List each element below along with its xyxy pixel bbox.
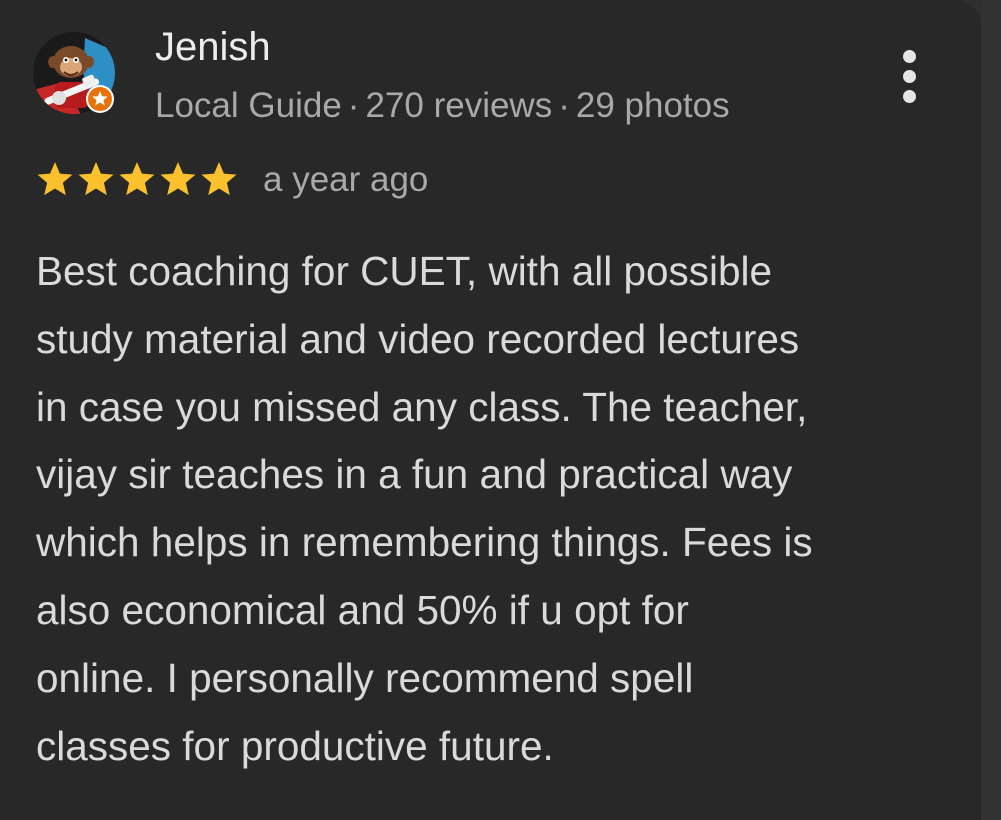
photo-count: 29 photos <box>575 86 730 125</box>
review-text-line: also economical and 50% if u opt for <box>36 586 689 633</box>
more-options-button[interactable] <box>888 44 932 108</box>
review-text-line: online. I personally recommend spell <box>36 654 694 701</box>
review-text-line: study material and video recorded lectur… <box>36 315 800 362</box>
review-text-line: vijay sir teaches in a fun and practical… <box>36 451 793 498</box>
meta-separator: · <box>347 86 360 125</box>
meta-separator: · <box>558 86 570 125</box>
review-date: a year ago <box>263 160 429 199</box>
more-vert-icon <box>903 50 916 63</box>
star-icon <box>76 160 116 200</box>
review-count: 270 reviews <box>365 86 553 125</box>
star-icon <box>158 160 198 200</box>
reviewer-avatar[interactable] <box>33 32 119 118</box>
star-icon <box>199 160 239 200</box>
reviewer-name[interactable]: Jenish <box>155 24 271 70</box>
star-icon <box>117 160 157 200</box>
monkey-avatar-image <box>33 32 115 114</box>
star-icon <box>35 160 75 200</box>
more-vert-icon-dot <box>903 90 916 103</box>
reviewer-meta: Local Guide · 270 reviews · 29 photos <box>155 84 730 128</box>
star-rating <box>35 160 239 200</box>
review-text-line: in case you missed any class. The teache… <box>36 383 808 430</box>
more-vert-icon-dot <box>903 70 916 83</box>
review-text-line: Best coaching for CUET, with all possibl… <box>36 248 773 294</box>
review-text-line: classes for productive future. <box>36 722 554 769</box>
review-text: Best coaching for CUET, with all possibl… <box>36 238 956 780</box>
review-card: Jenish Local Guide · 270 reviews · 29 photos… <box>0 0 981 820</box>
local-guide-label: Local Guide <box>155 86 342 125</box>
background-edge <box>981 0 1001 820</box>
review-text-line: which helps in remembering things. Fees … <box>36 519 813 566</box>
